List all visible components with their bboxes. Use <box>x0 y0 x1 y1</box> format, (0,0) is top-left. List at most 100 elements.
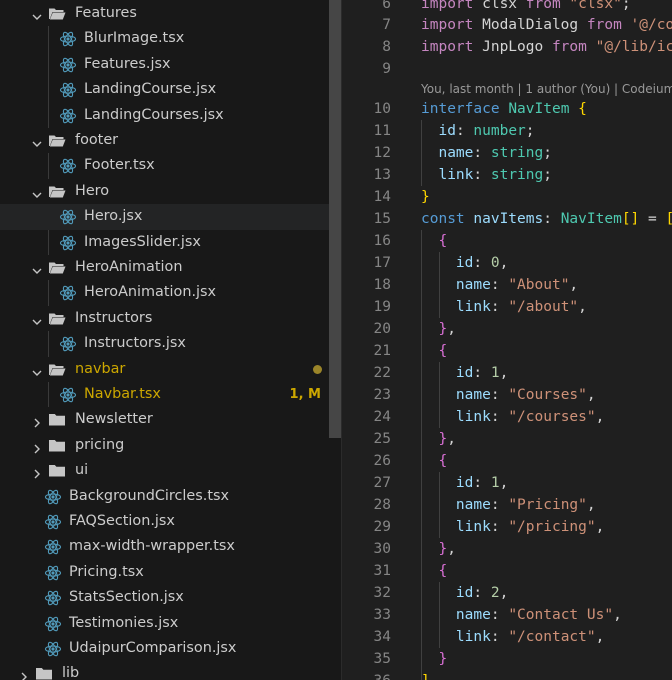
code-line[interactable]: 27 id: 1, <box>342 472 672 494</box>
chevron-right-icon[interactable] <box>31 414 43 428</box>
chevron-right-icon[interactable] <box>31 440 43 454</box>
file-item-statssection-jsx[interactable]: StatsSection.jsx <box>0 585 341 610</box>
code-line[interactable]: 7 import ModalDialog from '@/components/u… <box>342 14 672 36</box>
code-line[interactable]: 13 link: string; <box>342 164 672 186</box>
file-item-blurimage-tsx[interactable]: BlurImage.tsx <box>0 26 341 51</box>
code-line[interactable]: 10 interface NavItem { <box>342 98 672 120</box>
code-line[interactable]: 8 import JnpLogo from "@/lib/icons" <box>342 36 672 58</box>
code-token: ] <box>421 673 430 680</box>
code-token: const <box>421 211 474 227</box>
code-line[interactable]: 19 link: "/about", <box>342 296 672 318</box>
file-item-imagesslider-jsx[interactable]: ImagesSlider.jsx <box>0 230 341 255</box>
code-line[interactable]: 11 id: number; <box>342 120 672 142</box>
code-line[interactable]: 30 }, <box>342 538 672 560</box>
code-text: id: 1, <box>421 362 508 384</box>
file-item-instructors-jsx[interactable]: Instructors.jsx <box>0 331 341 356</box>
file-item-faqsection-jsx[interactable]: FAQSection.jsx <box>0 509 341 534</box>
code-token: , <box>499 255 509 271</box>
chevron-down-icon[interactable] <box>31 262 43 274</box>
code-text: import JnpLogo from "@/lib/icons" <box>421 36 672 58</box>
code-line[interactable]: 29 link: "/pricing", <box>342 516 672 538</box>
file-item-features-jsx[interactable]: Features.jsx <box>0 52 341 77</box>
line-number: 35 <box>373 651 391 667</box>
file-item-testimonies-jsx[interactable]: Testimonies.jsx <box>0 611 341 636</box>
code-text: import clsx from "clsx"; <box>421 0 631 15</box>
file-item-navbar-tsx[interactable]: Navbar.tsx 1, M <box>0 382 341 407</box>
code-line[interactable]: 17 id: 0, <box>342 252 672 274</box>
code-token: id <box>438 123 456 139</box>
codelens-annotation[interactable]: You, last month | 1 author (You) | Codei… <box>421 82 672 96</box>
chevron-right-icon[interactable] <box>31 465 43 479</box>
folder-item-navbar[interactable]: navbar <box>0 357 341 382</box>
code-line[interactable]: 22 id: 1, <box>342 362 672 384</box>
chevron-down-icon[interactable] <box>31 8 43 20</box>
file-item-landingcourse-jsx[interactable]: LandingCourse.jsx <box>0 77 341 102</box>
file-item-footer-tsx[interactable]: Footer.tsx <box>0 153 341 178</box>
code-token: ; <box>525 123 535 139</box>
chevron-down-icon[interactable] <box>31 364 43 376</box>
code-line[interactable]: 24 link: "/courses", <box>342 406 672 428</box>
file-item-landingcourses-jsx[interactable]: LandingCourses.jsx <box>0 103 341 128</box>
react-icon <box>59 107 77 125</box>
code-token: , <box>578 299 587 315</box>
folder-item-instructors[interactable]: Instructors <box>0 306 341 331</box>
code-text: } <box>421 186 430 208</box>
tree-item-label: Features <box>75 5 137 21</box>
code-editor[interactable]: You, last month | 1 author (You) | Codei… <box>342 0 672 680</box>
code-line[interactable]: 23 name: "Courses", <box>342 384 672 406</box>
folder-item-heroanimation[interactable]: HeroAnimation <box>0 255 341 280</box>
folder-item-hero[interactable]: Hero <box>0 179 341 204</box>
code-line[interactable]: 16 { <box>342 230 672 252</box>
code-line[interactable]: 18 name: "About", <box>342 274 672 296</box>
file-item-heroanimation-jsx[interactable]: HeroAnimation.jsx <box>0 280 341 305</box>
chevron-down-icon[interactable] <box>31 135 43 147</box>
folder-open-icon <box>48 362 66 377</box>
code-line[interactable]: 20 }, <box>342 318 672 340</box>
line-number: 30 <box>373 541 391 557</box>
code-line[interactable]: 33 name: "Contact Us", <box>342 604 672 626</box>
tree-item-label: Pricing.tsx <box>69 563 144 580</box>
code-token: : <box>490 519 509 535</box>
code-line[interactable]: 32 id: 2, <box>342 582 672 604</box>
code-line[interactable]: 35 } <box>342 648 672 670</box>
code-token: link <box>455 519 491 535</box>
code-line[interactable]: 28 name: "Pricing", <box>342 494 672 516</box>
folder-item-lib[interactable]: lib <box>0 661 341 680</box>
chevron-down-icon[interactable] <box>31 313 43 325</box>
code-token: ModalDialog <box>482 17 587 33</box>
editor-indent-guide <box>439 582 440 648</box>
folder-item-newsletter[interactable]: Newsletter <box>0 407 341 432</box>
code-token: link <box>438 167 474 183</box>
code-line[interactable]: 31 { <box>342 560 672 582</box>
code-line[interactable]: 25 }, <box>342 428 672 450</box>
folder-item-features[interactable]: Features <box>0 1 341 26</box>
explorer-scrollbar[interactable] <box>329 0 341 438</box>
code-line[interactable]: 36] <box>342 670 672 680</box>
tree-item-label: footer <box>75 132 119 148</box>
chevron-down-icon[interactable] <box>31 186 43 198</box>
folder-item-footer[interactable]: footer <box>0 128 341 153</box>
code-line[interactable]: 9 <box>342 58 672 80</box>
file-item-max-width-wrapper-tsx[interactable]: max-width-wrapper.tsx <box>0 534 341 559</box>
tree-item-label: Hero.jsx <box>84 208 143 225</box>
code-line[interactable]: 6 import clsx from "clsx"; <box>342 0 672 15</box>
code-token: NavItem <box>560 211 622 227</box>
code-token: "/courses" <box>508 409 596 425</box>
chevron-right-icon[interactable] <box>18 668 30 680</box>
line-number: 16 <box>373 233 391 249</box>
code-token: : <box>473 475 491 491</box>
code-line[interactable]: 12 name: string; <box>342 142 672 164</box>
folder-item-ui[interactable]: ui <box>0 458 341 483</box>
code-token: , <box>613 607 622 623</box>
file-item-hero-jsx[interactable]: Hero.jsx <box>0 204 341 230</box>
code-token: link <box>455 629 491 645</box>
file-item-udaipurcomparison-jsx[interactable]: UdaipurComparison.jsx <box>0 636 341 661</box>
code-line[interactable]: 26 { <box>342 450 672 472</box>
code-line[interactable]: 34 link: "/contact", <box>342 626 672 648</box>
folder-item-pricing[interactable]: pricing <box>0 433 341 458</box>
file-item-backgroundcircles-tsx[interactable]: BackgroundCircles.tsx <box>0 484 341 509</box>
code-line[interactable]: 15 const navItems: NavItem[] = [ <box>342 208 672 230</box>
file-item-pricing-tsx[interactable]: Pricing.tsx <box>0 560 341 585</box>
code-line[interactable]: 14} <box>342 186 672 208</box>
code-line[interactable]: 21 { <box>342 340 672 362</box>
